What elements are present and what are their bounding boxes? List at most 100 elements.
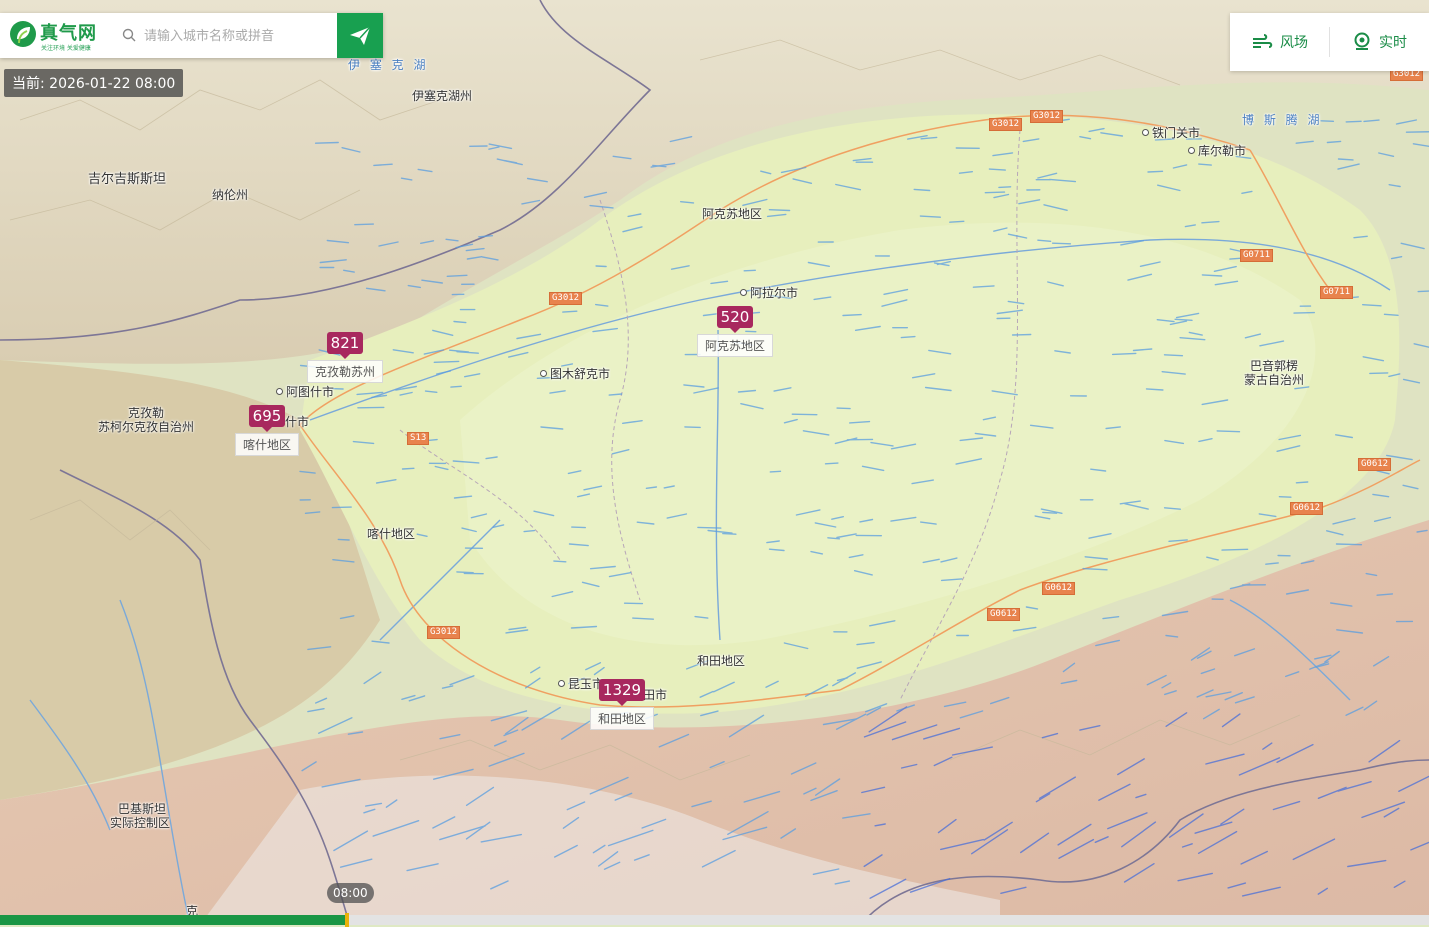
search-bar: 真气网 关注环境 关爱健康: [0, 13, 383, 58]
place-label-korla: 库尔勒市: [1188, 144, 1246, 158]
wind-streak: [1217, 431, 1239, 432]
aqi-region-label[interactable]: 和田地区: [590, 707, 654, 730]
wind-streak: [572, 527, 586, 528]
aqi-marker[interactable]: 520 阿克苏地区: [697, 306, 773, 357]
place-label-hotan-region: 和田地区: [697, 654, 745, 668]
road-shield: G0612: [1358, 458, 1391, 471]
brand-slogan: 关注环境 关爱健康: [41, 43, 91, 52]
road-shield: G3012: [989, 118, 1022, 131]
wind-streak: [1370, 373, 1388, 374]
wind-streak: [1165, 355, 1183, 356]
map-toolbar: 风场 实时: [1230, 13, 1429, 71]
wind-streak: [1294, 313, 1314, 314]
wind-streak: [792, 414, 817, 415]
aqi-marker[interactable]: 695 喀什地区: [235, 405, 299, 456]
wind-streak: [355, 224, 374, 225]
place-label-kizilsu-2: 苏柯尔克孜自治州: [98, 420, 194, 434]
wind-streak: [1337, 544, 1362, 545]
wind-streak: [1321, 121, 1333, 122]
wind-streak: [1339, 159, 1354, 160]
aqi-region-label[interactable]: 喀什地区: [235, 433, 299, 456]
place-label-alar-text: 阿拉尔市: [750, 286, 798, 300]
wind-streak: [434, 361, 458, 362]
road-shield: G0612: [987, 608, 1020, 621]
wind-streak: [826, 463, 838, 464]
place-label-korla-text: 库尔勒市: [1198, 144, 1246, 158]
place-label-kizilsu-1: 克孜勒: [128, 406, 164, 420]
wind-streak: [1279, 497, 1291, 498]
wind-streak: [950, 221, 964, 222]
place-label-tumxuk: 图木舒克市: [540, 367, 610, 381]
wind-streak: [770, 471, 780, 472]
current-time-label: 当前: 2026-01-22 08:00: [4, 69, 183, 97]
wind-streak: [744, 270, 755, 271]
wind-streak: [685, 427, 700, 428]
place-label-pakistan-1: 巴基斯坦: [118, 802, 166, 816]
wind-streak: [1222, 549, 1248, 550]
wind-streak: [1053, 243, 1071, 244]
wind-streak: [403, 468, 414, 469]
place-label-kyrgyzstan: 吉尔吉斯斯坦: [88, 173, 166, 187]
wind-streak: [1175, 319, 1192, 320]
road-shield: G0711: [1240, 249, 1273, 262]
wind-streak: [451, 386, 461, 387]
place-label-tiemenguan: 铁门关市: [1142, 126, 1200, 140]
wind-streak: [1113, 353, 1136, 354]
timeline-slider[interactable]: [0, 915, 1429, 925]
aqi-region-label[interactable]: 阿克苏地区: [697, 334, 773, 357]
wind-streak: [723, 534, 736, 535]
wind-streak: [338, 539, 349, 540]
aqi-marker[interactable]: 821 克孜勒苏州: [307, 332, 383, 383]
timeline-time-tip: 08:00: [327, 883, 374, 903]
aqi-region-label[interactable]: 克孜勒苏州: [307, 360, 383, 383]
place-label-pakistan-2: 实际控制区: [110, 816, 170, 830]
wind-field-toggle[interactable]: 风场: [1230, 32, 1329, 52]
wind-streak: [999, 187, 1011, 188]
wind-streak: [1043, 512, 1057, 513]
search-input[interactable]: [142, 21, 336, 51]
aqi-value[interactable]: 821: [327, 332, 364, 354]
place-label-bosten-lake: 博 斯 腾 湖: [1242, 113, 1322, 127]
wind-streak: [563, 311, 577, 312]
brand-name: 真气网: [40, 19, 97, 45]
wind-streak: [457, 572, 473, 573]
road-shield: G3012: [549, 292, 582, 305]
map-canvas[interactable]: [0, 0, 1429, 925]
aqi-value[interactable]: 520: [717, 306, 754, 328]
location-pin-icon: [1352, 32, 1372, 52]
wind-streak: [769, 210, 789, 211]
paper-plane-icon: [349, 26, 371, 46]
place-label-artux-text: 阿图什市: [286, 385, 334, 399]
wind-icon: [1251, 34, 1273, 50]
place-label-naryn: 纳伦州: [212, 188, 248, 202]
wind-streak: [596, 266, 606, 267]
place-label-bayingol-1: 巴音郭楞: [1250, 359, 1298, 373]
road-shield: G0612: [1290, 502, 1323, 515]
wind-streak: [985, 192, 1004, 193]
aqi-value[interactable]: 695: [249, 405, 286, 427]
aqi-marker[interactable]: 1329 和田地区: [590, 679, 654, 730]
brand-logo[interactable]: 真气网 关注环境 关爱健康: [8, 19, 112, 53]
road-shield: G0612: [1042, 582, 1075, 595]
wind-streak: [1346, 121, 1361, 122]
wind-streak: [524, 531, 534, 532]
wind-streak: [901, 337, 915, 338]
wind-streak: [989, 169, 1005, 170]
wind-streak: [1148, 171, 1163, 172]
place-label-yisaike-state: 伊塞克湖州: [412, 89, 472, 103]
place-label-kashi-region: 喀什地区: [367, 527, 415, 541]
place-label-alar: 阿拉尔市: [740, 286, 798, 300]
place-label-yisaike-lake: 伊 塞 克 湖: [348, 58, 428, 72]
aqi-value[interactable]: 1329: [599, 679, 645, 701]
wind-streak: [698, 527, 721, 528]
wind-streak: [332, 507, 351, 508]
wind-streak: [316, 143, 339, 144]
search-submit-button[interactable]: [337, 13, 383, 58]
search-icon: [122, 28, 136, 42]
wind-streak: [1385, 314, 1399, 315]
wind-streak: [843, 315, 861, 316]
realtime-toggle[interactable]: 实时: [1330, 32, 1429, 52]
road-shield: S13: [407, 432, 429, 445]
wind-field-label: 风场: [1280, 32, 1308, 52]
place-label-bayingol-2: 蒙古自治州: [1244, 373, 1304, 387]
